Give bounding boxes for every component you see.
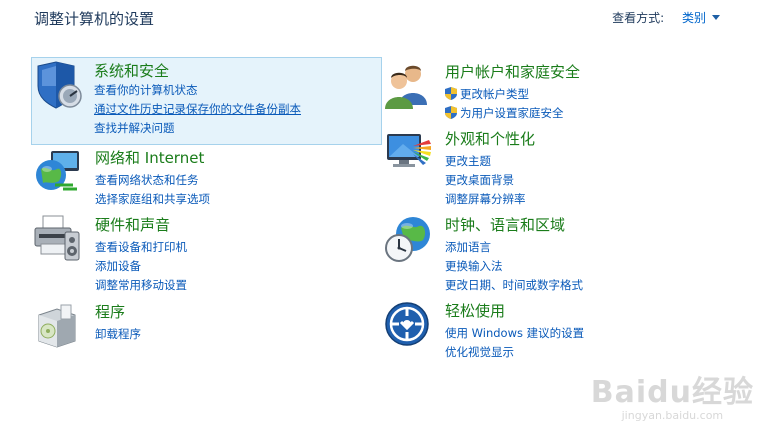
link-change-input-method[interactable]: 更换输入法	[445, 257, 583, 276]
monitor-palette-icon	[387, 134, 431, 167]
category-ease-of-access[interactable]: 轻松使用 使用 Windows 建议的设置 优化视觉显示	[383, 300, 723, 360]
link-uninstall-program[interactable]: 卸载程序	[95, 325, 141, 344]
link-troubleshoot[interactable]: 查找并解决问题	[94, 119, 301, 138]
link-network-status[interactable]: 查看网络状态和任务	[95, 171, 210, 190]
link-desktop-background[interactable]: 更改桌面背景	[445, 171, 526, 190]
view-by-label: 查看方式:	[612, 11, 665, 25]
category-system-security[interactable]: 系统和安全 查看你的计算机状态 通过文件历史记录保存你的文件备份副本 查找并解决…	[31, 57, 382, 145]
ease-of-access-icon	[385, 302, 429, 346]
link-devices-printers[interactable]: 查看设备和打印机	[95, 238, 187, 257]
category-programs[interactable]: 程序 卸载程序	[33, 301, 373, 351]
chevron-down-icon	[712, 15, 720, 20]
users-icon	[385, 65, 427, 109]
category-title[interactable]: 轻松使用	[445, 300, 505, 321]
link-file-history-backup[interactable]: 通过文件历史记录保存你的文件备份副本	[94, 100, 301, 119]
category-title[interactable]: 外观和个性化	[445, 128, 535, 149]
link-homegroup-sharing[interactable]: 选择家庭组和共享选项	[95, 190, 210, 209]
clock-globe-icon	[385, 217, 430, 262]
category-title[interactable]: 时钟、语言和区域	[445, 214, 565, 235]
category-clock-language-region[interactable]: 时钟、语言和区域 添加语言 更换输入法 更改日期、时间或数字格式	[383, 214, 723, 292]
network-globe-icon	[36, 151, 79, 191]
watermark-logo: Baidu经验	[590, 375, 754, 410]
programs-box-icon	[38, 304, 76, 348]
category-user-accounts[interactable]: 用户帐户和家庭安全 更改帐户类型 为用户设置家庭安全	[383, 61, 723, 121]
link-change-account-type[interactable]: 更改帐户类型	[445, 85, 564, 104]
category-title[interactable]: 用户帐户和家庭安全	[445, 61, 580, 82]
page-title: 调整计算机的设置	[34, 10, 155, 28]
category-title[interactable]: 网络和 Internet	[95, 147, 204, 168]
watermark: Baidu经验 jingyan.baidu.com	[591, 367, 754, 422]
link-mobility-settings[interactable]: 调整常用移动设置	[95, 276, 187, 295]
link-add-language[interactable]: 添加语言	[445, 238, 583, 257]
category-appearance[interactable]: 外观和个性化 更改主题 更改桌面背景 调整屏幕分辨率	[383, 128, 723, 206]
link-label: 为用户设置家庭安全	[460, 106, 564, 120]
link-label: 更改帐户类型	[460, 87, 529, 101]
link-add-device[interactable]: 添加设备	[95, 257, 187, 276]
shield-computer-icon	[37, 61, 82, 109]
printer-speaker-icon	[34, 215, 80, 261]
category-title[interactable]: 系统和安全	[94, 60, 169, 81]
view-by-dropdown[interactable]: 类别	[682, 11, 720, 25]
category-title[interactable]: 硬件和声音	[95, 214, 170, 235]
link-date-time-format[interactable]: 更改日期、时间或数字格式	[445, 276, 583, 295]
view-by-value: 类别	[681, 11, 706, 25]
view-by: 查看方式: 类别	[612, 9, 720, 26]
category-network-internet[interactable]: 网络和 Internet 查看网络状态和任务 选择家庭组和共享选项	[33, 147, 373, 207]
link-family-safety[interactable]: 为用户设置家庭安全	[445, 104, 564, 123]
link-change-theme[interactable]: 更改主题	[445, 152, 526, 171]
link-recommended-settings[interactable]: 使用 Windows 建议的设置	[445, 324, 584, 343]
link-view-computer-status[interactable]: 查看你的计算机状态	[94, 81, 301, 100]
link-screen-resolution[interactable]: 调整屏幕分辨率	[445, 190, 526, 209]
uac-shield-icon	[445, 87, 457, 100]
category-title[interactable]: 程序	[95, 301, 125, 322]
uac-shield-icon	[445, 106, 457, 119]
category-hardware-sound[interactable]: 硬件和声音 查看设备和打印机 添加设备 调整常用移动设置	[33, 214, 373, 292]
link-optimize-visual[interactable]: 优化视觉显示	[445, 343, 584, 362]
